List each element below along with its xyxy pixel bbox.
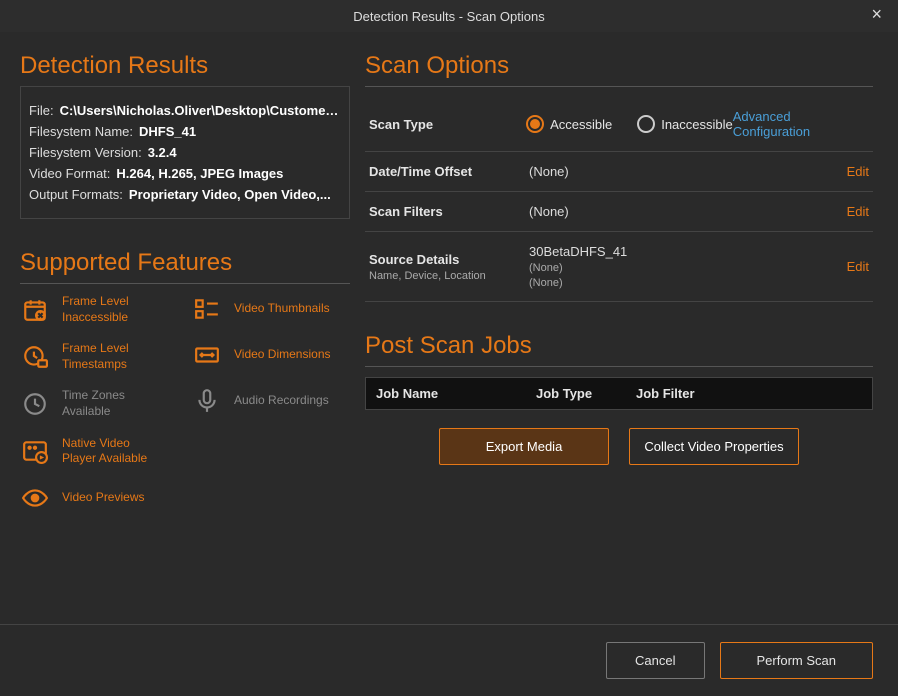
list-icon: [192, 294, 222, 324]
microphone-icon: [192, 386, 222, 416]
eye-icon: [20, 483, 50, 513]
file-value: C:\Users\Nicholas.Oliver\Desktop\Custome…: [60, 103, 341, 118]
left-panel: Detection Results File: C:\Users\Nicholas…: [0, 32, 350, 624]
ofmt-value: Proprietary Video, Open Video,...: [129, 187, 331, 202]
col-job-type: Job Type: [536, 386, 636, 401]
window-title: Detection Results - Scan Options: [353, 9, 544, 24]
fsname-label: Filesystem Name:: [29, 124, 133, 139]
vfmt-value: H.264, H.265, JPEG Images: [116, 166, 283, 181]
dimensions-icon: [192, 340, 222, 370]
export-media-button[interactable]: Export Media: [439, 428, 609, 465]
feature-video-previews: Video Previews: [20, 483, 162, 513]
detection-results-heading: Detection Results: [20, 52, 350, 80]
scan-type-row: Scan Type Accessible Inaccessible Advanc…: [365, 97, 873, 152]
collect-video-properties-button[interactable]: Collect Video Properties: [629, 428, 799, 465]
jobs-table: Job Name Job Type Job Filter: [365, 377, 873, 410]
close-icon[interactable]: ×: [863, 4, 890, 25]
source-details-label: Source Details Name, Device, Location: [369, 252, 529, 282]
scan-options-heading: Scan Options: [365, 52, 873, 80]
vfmt-label: Video Format:: [29, 166, 110, 181]
radio-accessible[interactable]: Accessible: [526, 115, 612, 133]
fsver-value: 3.2.4: [148, 145, 177, 160]
clock-tag-icon: [20, 342, 50, 372]
title-bar: Detection Results - Scan Options ×: [0, 0, 898, 32]
feature-video-thumbnails: Video Thumbnails: [192, 294, 331, 324]
feature-video-dimensions: Video Dimensions: [192, 340, 331, 370]
divider: [20, 283, 350, 284]
radio-inaccessible[interactable]: Inaccessible: [637, 115, 733, 133]
feature-native-player: Native Video Player Available: [20, 436, 162, 467]
datetime-offset-value: (None): [529, 164, 847, 179]
clock-icon: [20, 389, 50, 419]
supported-features-heading: Supported Features: [20, 249, 350, 277]
footer-bar: Cancel Perform Scan: [0, 624, 898, 696]
edit-filters-button[interactable]: Edit: [847, 204, 869, 219]
edit-source-button[interactable]: Edit: [847, 259, 869, 274]
edit-datetime-button[interactable]: Edit: [847, 164, 869, 179]
cancel-button[interactable]: Cancel: [606, 642, 704, 679]
col-job-name: Job Name: [376, 386, 536, 401]
scan-filters-label: Scan Filters: [369, 204, 529, 219]
divider: [365, 366, 873, 367]
scan-filters-value: (None): [529, 204, 847, 219]
detection-details: File: C:\Users\Nicholas.Oliver\Desktop\Cu…: [20, 86, 350, 219]
features-grid: Frame Level Inaccessible Frame Level Tim…: [20, 294, 350, 513]
jobs-table-header: Job Name Job Type Job Filter: [366, 378, 872, 409]
advanced-configuration-link[interactable]: Advanced Configuration: [733, 109, 869, 139]
feature-frame-inaccessible: Frame Level Inaccessible: [20, 294, 162, 325]
datetime-offset-label: Date/Time Offset: [369, 164, 529, 179]
right-panel: Scan Options Scan Type Accessible Inacce…: [350, 32, 898, 624]
fsver-label: Filesystem Version:: [29, 145, 142, 160]
radio-dot-icon: [526, 115, 544, 133]
datetime-offset-row: Date/Time Offset (None) Edit: [365, 152, 873, 192]
source-details-value: 30BetaDHFS_41 (None) (None): [529, 244, 847, 289]
radio-dot-icon: [637, 115, 655, 133]
col-job-filter: Job Filter: [636, 386, 862, 401]
fsname-value: DHFS_41: [139, 124, 196, 139]
scan-type-label: Scan Type: [369, 117, 526, 132]
feature-audio-recordings: Audio Recordings: [192, 386, 331, 416]
scan-filters-row: Scan Filters (None) Edit: [365, 192, 873, 232]
calendar-x-icon: [20, 295, 50, 325]
ofmt-label: Output Formats:: [29, 187, 123, 202]
feature-frame-timestamps: Frame Level Timestamps: [20, 341, 162, 372]
file-label: File:: [29, 103, 54, 118]
feature-timezones: Time Zones Available: [20, 388, 162, 419]
source-details-row: Source Details Name, Device, Location 30…: [365, 232, 873, 302]
post-scan-jobs-heading: Post Scan Jobs: [365, 332, 873, 360]
player-icon: [20, 436, 50, 466]
divider: [365, 86, 873, 87]
perform-scan-button[interactable]: Perform Scan: [720, 642, 873, 679]
